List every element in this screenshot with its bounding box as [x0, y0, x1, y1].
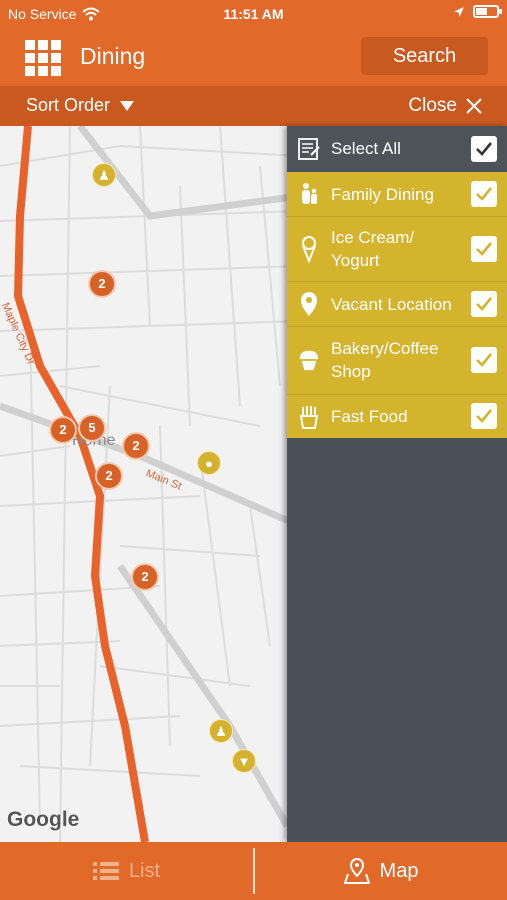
- bottom-tab-bar: List Map: [0, 842, 507, 900]
- checklist-icon: [298, 138, 320, 160]
- family-dining-poi-icon[interactable]: ♟: [209, 719, 233, 743]
- search-button[interactable]: Search: [361, 37, 488, 75]
- tab-map-label: Map: [379, 859, 419, 882]
- google-logo: Google: [7, 808, 80, 831]
- bakery-poi-icon[interactable]: ●: [197, 451, 221, 475]
- filter-panel: Select All Family Dining Ice Cream/ Yogu…: [287, 126, 507, 842]
- filter-label-line2: Shop: [331, 362, 371, 381]
- cluster-marker[interactable]: 2: [95, 462, 123, 490]
- cluster-marker[interactable]: 2: [122, 432, 150, 460]
- select-all-row[interactable]: Select All: [287, 126, 507, 172]
- cluster-marker[interactable]: 2: [88, 270, 116, 298]
- close-icon: [466, 98, 482, 114]
- filter-label: Ice Cream/: [331, 228, 415, 247]
- menu-grid-icon[interactable]: [25, 40, 61, 76]
- family-dining-poi-icon[interactable]: ♟: [92, 163, 116, 187]
- fries-icon: [299, 406, 319, 429]
- tab-list[interactable]: List: [0, 842, 253, 900]
- battery-icon: [473, 5, 502, 18]
- filter-row-bakery-coffee[interactable]: Bakery/Coffee Shop: [287, 327, 507, 394]
- status-time: 11:51 AM: [223, 6, 284, 22]
- ice-cream-icon: [302, 236, 316, 263]
- filter-label: Family Dining: [331, 185, 434, 204]
- filter-checkbox[interactable]: [471, 347, 497, 373]
- status-right: [453, 5, 502, 18]
- cluster-marker[interactable]: 5: [78, 414, 106, 442]
- sort-order-dropdown[interactable]: Sort Order: [26, 95, 135, 116]
- highlighted-route: [13, 126, 149, 842]
- cluster-marker[interactable]: 2: [49, 416, 77, 444]
- filter-checkbox[interactable]: [471, 291, 497, 317]
- select-all-label: Select All: [331, 139, 401, 158]
- filter-checkbox[interactable]: [471, 181, 497, 207]
- filter-checkbox[interactable]: [471, 236, 497, 262]
- filter-label: Vacant Location: [331, 295, 452, 314]
- list-icon: [92, 862, 119, 880]
- filter-row-fast-food[interactable]: Fast Food: [287, 395, 507, 438]
- filter-checkbox[interactable]: [471, 403, 497, 429]
- tab-map[interactable]: Map: [255, 842, 507, 900]
- filter-row-ice-cream[interactable]: Ice Cream/ Yogurt: [287, 217, 507, 281]
- filter-label-line2: Yogurt: [331, 251, 380, 270]
- tab-list-label: List: [128, 859, 161, 882]
- dropdown-arrow-icon: [120, 100, 135, 111]
- filter-row-family-dining[interactable]: Family Dining: [287, 172, 507, 216]
- page-title: Dining: [80, 43, 146, 69]
- map-pin-icon: [343, 858, 370, 884]
- location-arrow-icon: [454, 6, 464, 17]
- cluster-marker[interactable]: 2: [131, 563, 159, 591]
- header: Dining Search: [0, 28, 507, 86]
- close-button[interactable]: Close: [408, 95, 483, 117]
- family-icon: [302, 183, 317, 204]
- filter-row-vacant-location[interactable]: Vacant Location: [287, 282, 507, 326]
- location-pin-icon: [301, 292, 317, 316]
- sort-bar: Sort Order Close: [0, 86, 507, 126]
- battery-level: [476, 8, 487, 15]
- status-bar: No Service 11:51 AM: [0, 0, 507, 28]
- sort-order-label: Sort Order: [26, 95, 111, 115]
- select-all-checkbox[interactable]: [471, 136, 497, 162]
- filter-label: Fast Food: [331, 407, 408, 426]
- filter-label: Bakery/Coffee: [331, 339, 439, 358]
- ice-cream-poi-icon[interactable]: ▼: [232, 749, 256, 773]
- close-label: Close: [408, 95, 457, 116]
- cupcake-icon: [299, 350, 319, 371]
